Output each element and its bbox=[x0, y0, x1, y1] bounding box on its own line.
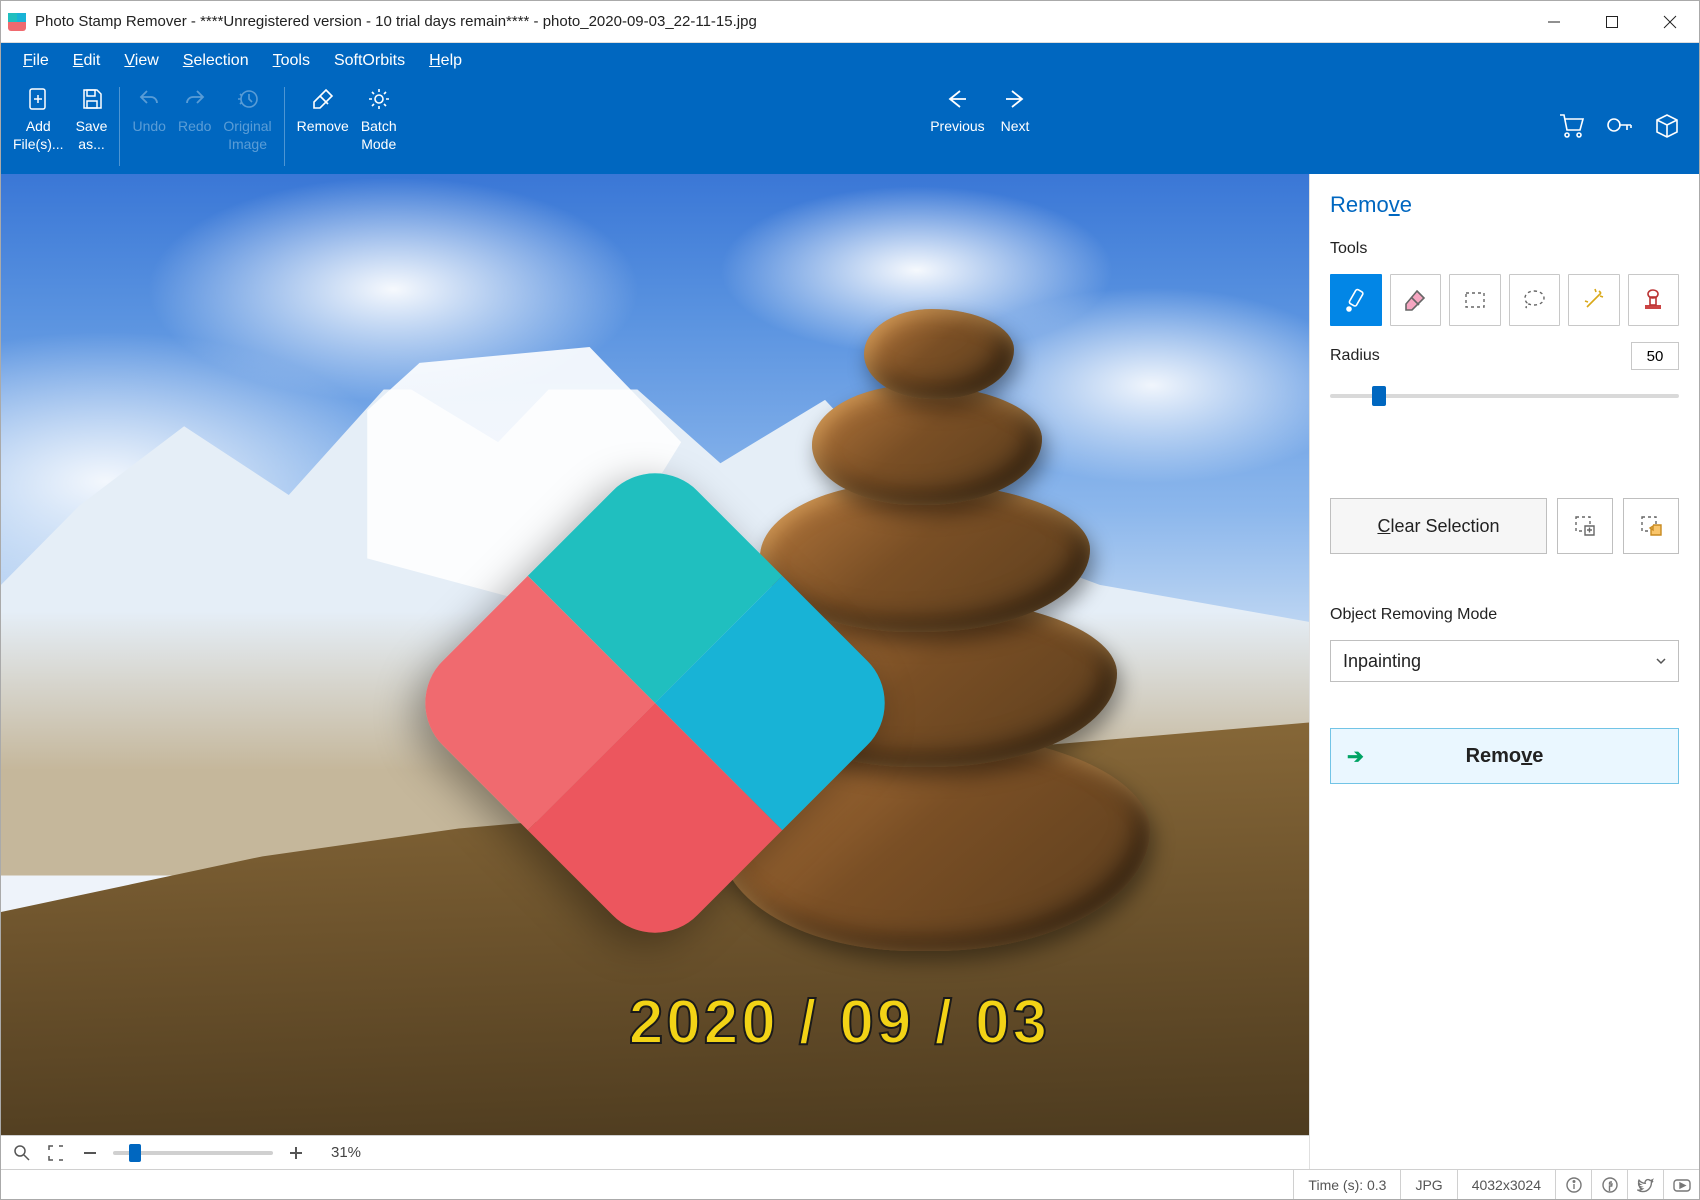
window-close-button[interactable] bbox=[1641, 1, 1699, 43]
save-selection-icon bbox=[1573, 514, 1597, 538]
mode-select-value: Inpainting bbox=[1343, 651, 1421, 672]
menubar: File Edit View Selection Tools SoftOrbit… bbox=[1, 43, 1699, 79]
status-time: Time (s): 0.3 bbox=[1293, 1170, 1400, 1199]
toolbar-original-image-button[interactable]: Original Image bbox=[217, 79, 277, 174]
toolbar-batch-mode-button[interactable]: Batch Mode bbox=[355, 79, 403, 174]
mode-select[interactable]: Inpainting bbox=[1330, 640, 1679, 682]
info-icon bbox=[1565, 1176, 1583, 1194]
titlebar: Photo Stamp Remover - ****Unregistered v… bbox=[1, 1, 1699, 43]
toolbar-add-files-button[interactable]: Add File(s)... bbox=[7, 79, 70, 174]
menu-file[interactable]: File bbox=[11, 43, 61, 79]
mode-label: Object Removing Mode bbox=[1330, 606, 1679, 624]
status-format: JPG bbox=[1400, 1170, 1456, 1199]
eraser-icon bbox=[310, 86, 336, 112]
undo-icon bbox=[137, 87, 161, 111]
tools-section-label: Tools bbox=[1330, 240, 1679, 258]
window-minimize-button[interactable] bbox=[1525, 1, 1583, 43]
app-icon bbox=[7, 12, 27, 32]
menu-view[interactable]: View bbox=[112, 43, 170, 79]
toolbar-remove-button[interactable]: Remove bbox=[291, 79, 355, 174]
magic-wand-icon bbox=[1581, 287, 1607, 313]
status-facebook-button[interactable] bbox=[1591, 1170, 1627, 1199]
toolbar-package-button[interactable] bbox=[1653, 111, 1681, 142]
magnifier-icon bbox=[13, 1144, 31, 1162]
load-selection-button[interactable] bbox=[1623, 498, 1679, 554]
menu-help[interactable]: Help bbox=[417, 43, 474, 79]
facebook-icon bbox=[1601, 1176, 1619, 1194]
lasso-icon bbox=[1521, 287, 1547, 313]
radius-slider[interactable] bbox=[1330, 386, 1679, 406]
load-selection-icon bbox=[1639, 514, 1663, 538]
window-title: Photo Stamp Remover - ****Unregistered v… bbox=[35, 13, 1525, 30]
canvas-area: 2020 / 09 / 03 bbox=[1, 174, 1309, 1169]
panel-heading: Remove bbox=[1330, 192, 1679, 218]
tool-eraser[interactable] bbox=[1390, 274, 1442, 326]
fit-screen-icon bbox=[47, 1144, 65, 1162]
toolbar: Add File(s)... Save as... Undo Redo Orig… bbox=[1, 79, 1699, 174]
gear-icon bbox=[366, 86, 392, 112]
tool-rectangle-select[interactable] bbox=[1449, 274, 1501, 326]
cart-icon bbox=[1557, 111, 1585, 139]
maximize-icon bbox=[1605, 15, 1619, 29]
toolbar-separator bbox=[119, 87, 120, 166]
toolbar-key-button[interactable] bbox=[1605, 111, 1633, 142]
statusbar: Time (s): 0.3 JPG 4032x3024 bbox=[1, 1169, 1699, 1199]
tool-marker[interactable] bbox=[1330, 274, 1382, 326]
chevron-down-icon bbox=[1656, 656, 1666, 666]
toolbar-previous-button[interactable]: Previous bbox=[924, 79, 990, 139]
stamp-icon bbox=[1640, 287, 1666, 313]
status-youtube-button[interactable] bbox=[1663, 1170, 1699, 1199]
menu-softorbits[interactable]: SoftOrbits bbox=[322, 43, 417, 79]
toolbar-separator bbox=[284, 87, 285, 166]
minus-icon bbox=[82, 1145, 98, 1161]
key-icon bbox=[1605, 111, 1633, 139]
toolbar-cart-button[interactable] bbox=[1557, 111, 1585, 142]
remove-action-button[interactable]: ➔ Remove bbox=[1330, 728, 1679, 784]
zoom-in-button[interactable] bbox=[285, 1142, 307, 1164]
zoom-slider[interactable] bbox=[113, 1144, 273, 1162]
zoom-out-button[interactable] bbox=[79, 1142, 101, 1164]
status-dimensions: 4032x3024 bbox=[1457, 1170, 1555, 1199]
arrow-left-icon bbox=[944, 86, 970, 112]
menu-selection[interactable]: Selection bbox=[171, 43, 261, 79]
rectangle-select-icon bbox=[1463, 288, 1487, 312]
save-selection-button[interactable] bbox=[1557, 498, 1613, 554]
toolbar-save-as-button[interactable]: Save as... bbox=[70, 79, 114, 174]
toolbar-redo-button[interactable]: Redo bbox=[172, 79, 217, 174]
zoom-fit-button[interactable] bbox=[45, 1142, 67, 1164]
close-icon bbox=[1663, 15, 1677, 29]
tool-lasso-select[interactable] bbox=[1509, 274, 1561, 326]
image-canvas[interactable]: 2020 / 09 / 03 bbox=[1, 174, 1309, 1135]
marker-icon bbox=[1343, 287, 1369, 313]
history-icon bbox=[236, 87, 260, 111]
twitter-icon bbox=[1637, 1176, 1655, 1194]
eraser-tool-icon bbox=[1402, 287, 1428, 313]
zoom-actual-size-button[interactable] bbox=[11, 1142, 33, 1164]
date-stamp-text: 2020 / 09 / 03 bbox=[629, 987, 1050, 1058]
radius-label: Radius bbox=[1330, 347, 1380, 365]
status-info-button[interactable] bbox=[1555, 1170, 1591, 1199]
box-icon bbox=[1653, 111, 1681, 139]
status-twitter-button[interactable] bbox=[1627, 1170, 1663, 1199]
menu-edit[interactable]: Edit bbox=[61, 43, 113, 79]
redo-icon bbox=[183, 87, 207, 111]
clear-selection-button[interactable]: Clear Selection bbox=[1330, 498, 1547, 554]
side-panel: Remove Tools bbox=[1309, 174, 1699, 1169]
zoom-bar: 31% bbox=[1, 1135, 1309, 1169]
arrow-right-icon bbox=[1002, 86, 1028, 112]
minimize-icon bbox=[1547, 15, 1561, 29]
arrow-right-icon: ➔ bbox=[1347, 744, 1364, 769]
plus-icon bbox=[288, 1145, 304, 1161]
toolbar-undo-button[interactable]: Undo bbox=[126, 79, 171, 174]
menu-tools[interactable]: Tools bbox=[261, 43, 322, 79]
tool-clone-stamp[interactable] bbox=[1628, 274, 1680, 326]
radius-input[interactable] bbox=[1631, 342, 1679, 370]
window-maximize-button[interactable] bbox=[1583, 1, 1641, 43]
toolbar-next-button[interactable]: Next bbox=[995, 79, 1036, 139]
youtube-icon bbox=[1672, 1176, 1692, 1194]
zoom-percent-label: 31% bbox=[331, 1144, 361, 1161]
add-file-icon bbox=[26, 87, 50, 111]
save-icon bbox=[80, 87, 104, 111]
tool-magic-wand[interactable] bbox=[1568, 274, 1620, 326]
